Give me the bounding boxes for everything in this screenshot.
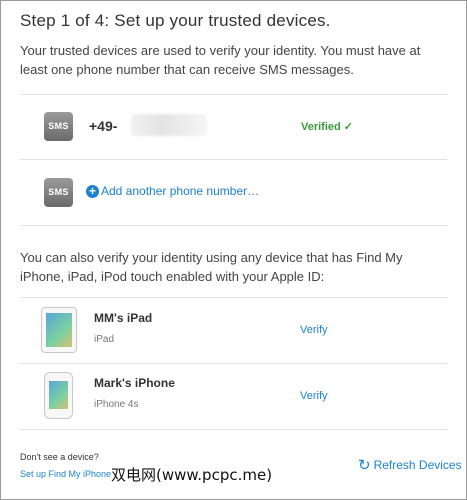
refresh-devices-button[interactable]: ↻ Refresh Devices (358, 456, 462, 474)
refresh-label: Refresh Devices (373, 458, 462, 472)
verify-iphone-link[interactable]: Verify (300, 390, 328, 402)
dont-see-device-text: Don't see a device? (20, 452, 99, 462)
phone-number: +49- (89, 118, 118, 134)
iphone-icon (44, 372, 73, 419)
divider (20, 225, 447, 226)
add-phone-number-link[interactable]: Add another phone number… (101, 184, 259, 198)
ipad-icon (41, 307, 77, 353)
redacted-phone-digits (131, 114, 207, 136)
divider (20, 363, 447, 364)
find-my-text: You can also verify your identity using … (20, 250, 403, 284)
device-name: MM's iPad (94, 311, 153, 325)
divider (20, 297, 447, 298)
device-name: Mark's iPhone (94, 376, 175, 390)
setup-find-my-iphone-link[interactable]: Set up Find My iPhone (20, 469, 111, 479)
divider (20, 429, 447, 430)
verified-status: Verified ✓ (301, 121, 354, 133)
divider (20, 94, 447, 95)
refresh-icon: ↻ (358, 457, 371, 474)
divider (20, 159, 447, 160)
verify-ipad-link[interactable]: Verify (300, 324, 328, 336)
device-type: iPad (94, 334, 115, 345)
intro-text: Your trusted devices are used to verify … (20, 43, 421, 77)
plus-circle-icon[interactable]: + (86, 185, 99, 198)
page-title: Step 1 of 4: Set up your trusted devices… (20, 11, 331, 30)
dialog-panel: Step 1 of 4: Set up your trusted devices… (0, 0, 467, 500)
sms-icon: SMS (44, 178, 73, 207)
watermark: 双电网(www.pcpc.me) (111, 466, 273, 484)
sms-icon: SMS (44, 112, 73, 141)
device-type: iPhone 4s (94, 399, 139, 410)
